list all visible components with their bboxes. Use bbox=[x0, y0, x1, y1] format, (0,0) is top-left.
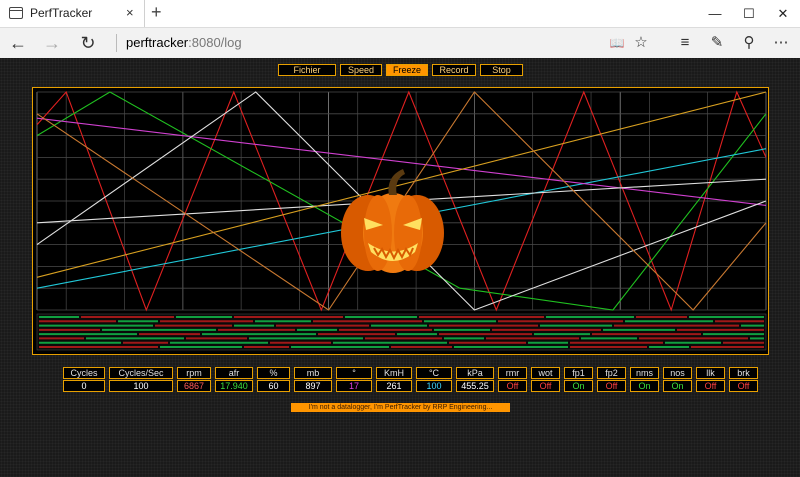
address-toolbar: ← → ↻ perftracker:8080/log 📖 ☆ ≡ ✎ ⚲ ⋯ bbox=[0, 28, 800, 59]
metric-label: kPa bbox=[456, 367, 494, 379]
metric-label: fp2 bbox=[597, 367, 626, 379]
metric-label: llk bbox=[696, 367, 725, 379]
metric-label: ° bbox=[336, 367, 372, 379]
metric-label: Cycles/Sec bbox=[109, 367, 173, 379]
tab-title: PerfTracker bbox=[30, 6, 93, 20]
tab-close-icon[interactable]: × bbox=[126, 5, 134, 20]
browser-titlebar: PerfTracker × + — ☐ ✕ bbox=[0, 0, 800, 28]
pumpkin-icon bbox=[341, 169, 444, 273]
menu-stop-button[interactable]: Stop bbox=[480, 64, 523, 76]
series-line-angle bbox=[36, 117, 767, 206]
metric-label: fp1 bbox=[564, 367, 593, 379]
metric-value: On bbox=[564, 380, 593, 392]
digital-channels bbox=[36, 313, 767, 351]
metric-value: 455.25 bbox=[456, 380, 494, 392]
metric-value: 60 bbox=[257, 380, 290, 392]
metric-label: brk bbox=[729, 367, 758, 379]
metric-value: 897 bbox=[294, 380, 332, 392]
metric-label: KmH bbox=[376, 367, 412, 379]
metric-value: 17 bbox=[336, 380, 372, 392]
metric-value: 100 bbox=[416, 380, 452, 392]
metric-label: Cycles bbox=[63, 367, 105, 379]
metric-value: Off bbox=[531, 380, 560, 392]
chart-svg bbox=[36, 90, 767, 351]
metric-label: °C bbox=[416, 367, 452, 379]
minimize-icon[interactable]: — bbox=[698, 0, 732, 27]
page-icon bbox=[9, 7, 23, 19]
share-icon[interactable]: ⚲ bbox=[738, 32, 760, 54]
maximize-icon[interactable]: ☐ bbox=[732, 0, 766, 27]
url-path: :8080/log bbox=[188, 35, 242, 50]
metric-value: On bbox=[663, 380, 692, 392]
metric-value: 0 bbox=[63, 380, 105, 392]
web-note-icon[interactable]: ✎ bbox=[706, 32, 728, 54]
metric-value: 6867 bbox=[177, 380, 211, 392]
metric-label: % bbox=[257, 367, 290, 379]
favorite-star-icon[interactable]: ☆ bbox=[630, 32, 652, 54]
metric-value: 261 bbox=[376, 380, 412, 392]
metric-label: wot bbox=[531, 367, 560, 379]
refresh-icon[interactable]: ↻ bbox=[76, 31, 100, 55]
close-window-icon[interactable]: ✕ bbox=[766, 0, 800, 27]
metric-label: afr bbox=[215, 367, 253, 379]
footer-note: I'm not a datalogger, I'm PerfTracker by… bbox=[291, 403, 510, 412]
metric-value: Off bbox=[696, 380, 725, 392]
more-icon[interactable]: ⋯ bbox=[770, 32, 792, 54]
page-content: Fichier Speed Freeze Record Stop Cycles … bbox=[0, 58, 800, 477]
address-divider bbox=[116, 34, 117, 52]
address-field[interactable]: perftracker:8080/log bbox=[126, 35, 242, 50]
reading-view-icon[interactable]: 📖 bbox=[606, 32, 628, 54]
url-host: perftracker bbox=[126, 35, 189, 50]
menu-fichier-button[interactable]: Fichier bbox=[278, 64, 336, 76]
metric-value: 100 bbox=[109, 380, 173, 392]
metric-label: nms bbox=[630, 367, 659, 379]
metric-label: rmr bbox=[498, 367, 527, 379]
metric-value: On bbox=[630, 380, 659, 392]
menu-freeze-button[interactable]: Freeze bbox=[386, 64, 428, 76]
menu-record-button[interactable]: Record bbox=[432, 64, 476, 76]
menu-speed-button[interactable]: Speed bbox=[340, 64, 382, 76]
metric-value: Off bbox=[597, 380, 626, 392]
metric-value: Off bbox=[498, 380, 527, 392]
digital-strip bbox=[36, 313, 767, 351]
new-tab-icon[interactable]: + bbox=[151, 2, 162, 23]
hub-icon[interactable]: ≡ bbox=[674, 32, 696, 54]
forward-icon[interactable]: → bbox=[40, 31, 64, 55]
browser-tab[interactable]: PerfTracker × bbox=[0, 0, 145, 27]
metric-label: nos bbox=[663, 367, 692, 379]
metric-value: 17.940 bbox=[215, 380, 253, 392]
chart-panel bbox=[32, 87, 769, 355]
back-icon[interactable]: ← bbox=[6, 31, 30, 55]
metric-value: Off bbox=[729, 380, 758, 392]
metric-label: mb bbox=[294, 367, 332, 379]
metric-label: rpm bbox=[177, 367, 211, 379]
